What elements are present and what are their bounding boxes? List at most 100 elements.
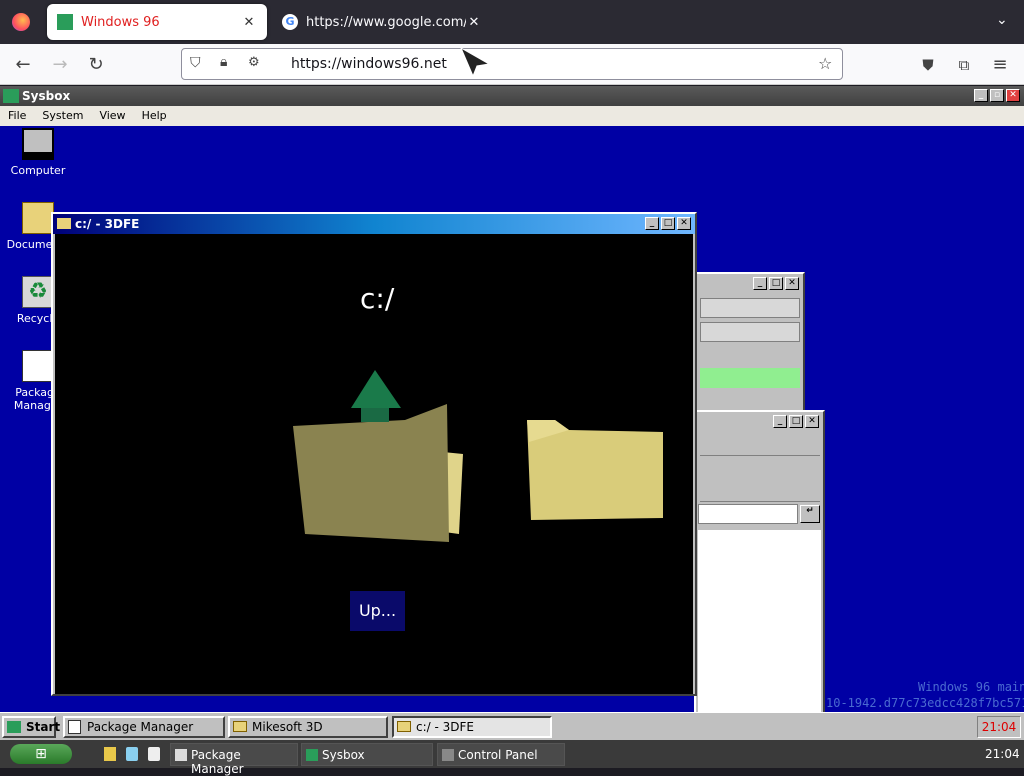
package-icon [22,350,54,382]
close-button[interactable]: ✕ [1006,89,1020,102]
toolbar-row [700,460,820,502]
taskbar-item-label: Package Manager [87,720,194,734]
close-button[interactable]: ✕ [785,277,799,290]
windows-start-icon[interactable]: ⊞ [10,744,72,764]
extensions-icon[interactable]: ⧉ [951,52,977,78]
back-icon[interactable]: ← [10,52,36,78]
task-label: Control Panel [458,748,538,762]
recycle-bin-icon: ♻ [22,276,54,308]
windows-taskbar: ⊞ Package Manager Sysbox Control Panel 2… [0,740,1024,776]
menu-icon[interactable]: ≡ [987,52,1013,78]
background-window-1[interactable]: _ □ ✕ [694,272,805,412]
task-label: Sysbox [322,748,365,762]
minimize-button[interactable]: _ [974,89,988,102]
taskbar-item-package-manager[interactable]: Package Manager [63,716,225,738]
control-panel-icon [442,749,454,761]
maximize-button[interactable]: □ [769,277,783,290]
toolbar-row [700,434,820,456]
windows-clock[interactable]: 21:04 [985,747,1020,761]
windows-task-sysbox[interactable]: Sysbox [301,743,433,766]
3dfe-title: c:/ - 3DFE [75,217,140,231]
computer-icon [22,128,54,160]
reload-icon[interactable]: ↻ [83,52,109,78]
list-row[interactable] [700,322,800,342]
bookmark-star-icon[interactable]: ☆ [818,54,832,73]
desktop: Computer Documents ♻ Recycle Package Man… [0,126,1024,712]
menu-file[interactable]: File [0,106,34,122]
windows-task-package-manager[interactable]: Package Manager [170,743,298,776]
menu-view[interactable]: View [91,106,133,122]
mouse-cursor-icon [459,46,491,78]
sysbox-title: Sysbox [22,89,71,103]
taskbar-item-label: c:/ - 3DFE [416,720,475,734]
background-window-2[interactable]: _ □ ✕ ↵ [694,410,825,712]
minimize-button[interactable]: _ [645,217,659,230]
list-row[interactable] [700,298,800,318]
desktop-icon-computer[interactable]: Computer [0,128,76,177]
task-label: Package Manager [191,748,244,776]
tab-title: Windows 96 [81,14,160,30]
parent-folder[interactable] [293,370,463,542]
pocket-icon[interactable]: ⛊ [915,52,941,78]
minimize-button[interactable]: _ [753,277,767,290]
windows96-favicon-icon [57,14,73,30]
url-text: https://windows96.net [291,56,447,72]
quick-launch-app-icon[interactable] [148,747,160,761]
taskbar-item-3dfe[interactable]: c:/ - 3DFE [392,716,552,738]
win96-taskbar: Start Package Manager Mikesoft 3D c:/ - … [0,712,1024,740]
3dfe-window[interactable]: c:/ - 3DFE _ □ ✕ c:/ Up... [51,212,697,696]
tab-windows96[interactable]: Windows 96 ✕ [47,4,267,40]
close-tab-icon[interactable]: ✕ [241,15,257,30]
close-button[interactable]: ✕ [677,217,691,230]
restore-button[interactable]: ▫ [990,89,1004,102]
progress-bar [700,368,800,388]
sysbox-title-bar: Sysbox _ ▫ ✕ [0,86,1024,106]
menu-help[interactable]: Help [134,106,175,122]
tab-title: https://www.google.com/search [306,14,466,30]
content-area [698,530,821,712]
folder-icon [397,721,411,732]
up-button[interactable]: Up... [350,591,405,631]
folder-icon [57,218,71,229]
win96-clock[interactable]: 21:04 [977,716,1021,738]
folder-item[interactable] [527,420,663,520]
google-favicon-icon: G [282,14,298,30]
maximize-button[interactable]: □ [661,217,675,230]
quick-launch-browser-icon[interactable] [126,747,138,761]
sysbox-menu-bar: File System View Help [0,106,1024,126]
minimize-button[interactable]: _ [773,415,787,428]
folder-icon [233,721,247,732]
windows96-logo-icon [7,721,21,733]
3d-scene[interactable]: c:/ Up... [55,234,693,694]
up-arrow-icon [351,370,401,408]
package-icon [175,749,187,761]
address-input[interactable] [698,504,798,524]
start-label: Start [26,720,61,734]
folder-icon [22,202,54,234]
firefox-icon[interactable] [12,13,30,31]
close-button[interactable]: ✕ [805,415,819,428]
windows-task-control-panel[interactable]: Control Panel [437,743,565,766]
url-bar[interactable]: ⛉ 🔒︎ ⚙ https://windows96.net ☆ [181,48,843,80]
permissions-icon[interactable]: ⚙ [248,55,260,70]
start-button[interactable]: Start [2,716,60,738]
go-button[interactable]: ↵ [800,505,820,523]
shield-icon[interactable]: ⛉ [190,55,201,71]
tab-google[interactable]: G https://www.google.com/search ✕ [272,4,492,40]
3dfe-title-bar[interactable]: c:/ - 3DFE [53,214,695,234]
sysbox-icon [3,89,19,103]
taskbar-item-mikesoft-3d[interactable]: Mikesoft 3D [228,716,388,738]
list-all-tabs-icon[interactable]: ⌄ [996,12,1008,28]
maximize-button[interactable]: □ [789,415,803,428]
menu-system[interactable]: System [34,106,91,122]
sysbox-icon [306,749,318,761]
version-watermark-1: Windows 96 main [918,680,1024,694]
lock-icon[interactable]: 🔒︎ [220,54,227,70]
package-icon [68,720,81,734]
desktop-icon-label: Computer [10,164,66,177]
browser-tab-strip: Windows 96 ✕ G https://www.google.com/se… [0,0,1024,44]
close-tab-icon[interactable]: ✕ [466,15,482,30]
version-watermark-2: 10-1942.d77c73edcc428f7bc571 [826,696,1024,710]
quick-launch-folder-icon[interactable] [104,747,116,761]
forward-icon[interactable]: → [47,52,73,78]
